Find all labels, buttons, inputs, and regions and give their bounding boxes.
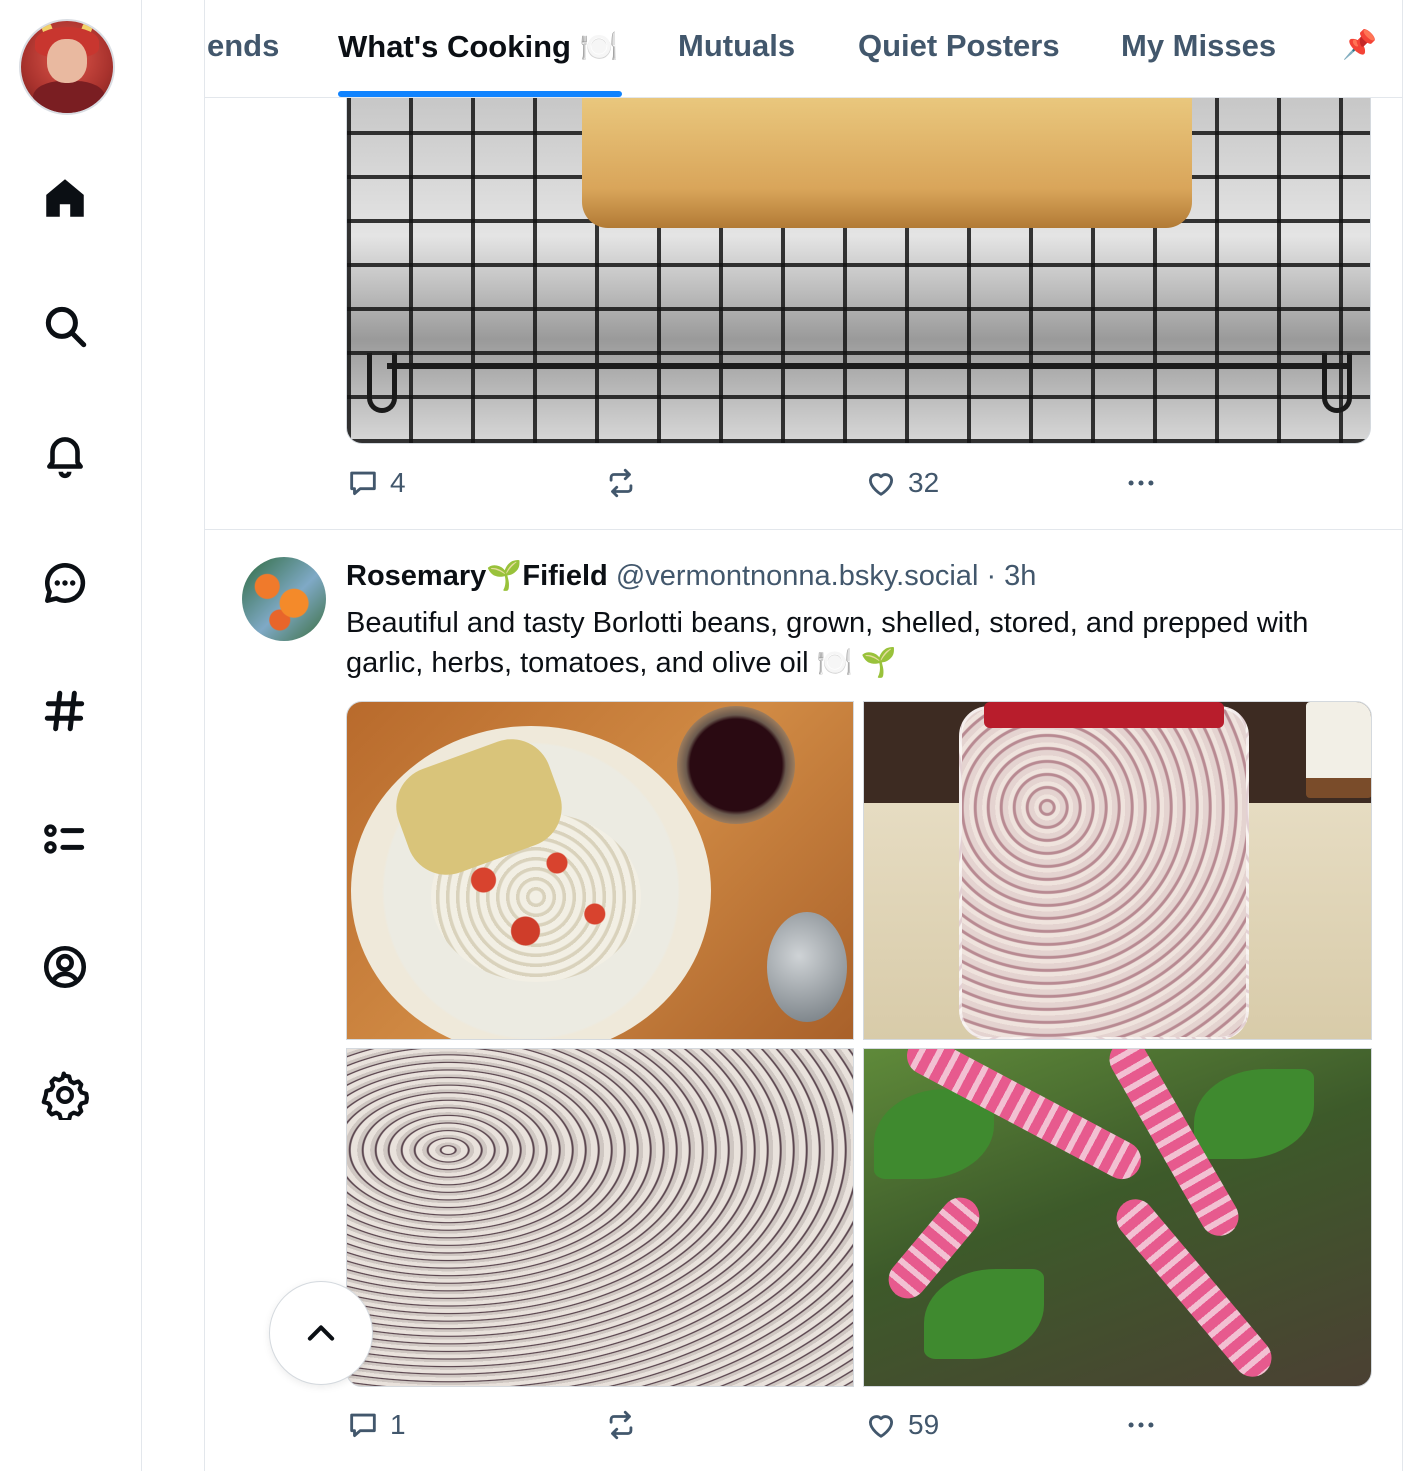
chevron-up-icon: [307, 1325, 335, 1341]
reply-icon: [350, 1413, 376, 1438]
home-icon: [46, 179, 84, 217]
post2-header: Rosemary🌱Fifield @vermontnonna.bsky.soci…: [346, 559, 1036, 593]
gallery-image-bean-pods[interactable]: [863, 1048, 1372, 1387]
gear-icon: [41, 1071, 89, 1120]
repost-icon: [609, 1410, 633, 1440]
pin-icon[interactable]: 📌: [1342, 28, 1377, 61]
tab-my-misses[interactable]: My Misses: [1121, 28, 1276, 64]
post-divider: [205, 529, 1402, 530]
more-button[interactable]: [1124, 463, 1168, 503]
post1-actions: 4 32: [346, 463, 1246, 503]
repost-icon: [609, 468, 633, 498]
post2-text: Beautiful and tasty Borlotti beans, grow…: [346, 607, 1309, 679]
feed-column: ends What's Cooking 🍽️ Mutuals Quiet Pos…: [204, 0, 1403, 1471]
reply-count: 4: [390, 467, 406, 498]
tab-quiet-posters[interactable]: Quiet Posters: [858, 28, 1060, 64]
reply-icon: [350, 471, 376, 496]
repost-button[interactable]: [604, 1405, 648, 1445]
avatar-face: [47, 39, 87, 83]
bean-pod: [1108, 1191, 1280, 1385]
post1-image[interactable]: [346, 98, 1371, 444]
like-count: 32: [908, 467, 940, 498]
profile-icon: [43, 945, 87, 989]
post2-actions: 1 59: [346, 1405, 1246, 1445]
rack-rail: [387, 363, 1347, 369]
reply-count: 1: [390, 1409, 406, 1440]
nav-settings[interactable]: [37, 1067, 93, 1123]
author-avatar[interactable]: [242, 557, 326, 641]
more-icon: [1128, 480, 1154, 486]
rack-foot: [1322, 353, 1352, 413]
reply-button[interactable]: 4: [346, 463, 406, 503]
reply-button[interactable]: 1: [346, 1405, 406, 1445]
like-button[interactable]: 32: [864, 463, 939, 503]
gallery-image-jar[interactable]: [863, 701, 1372, 1040]
meta-separator: ·: [986, 560, 1005, 592]
scroll-to-top-button[interactable]: [269, 1281, 373, 1385]
like-count: 59: [908, 1409, 940, 1440]
rack-foot: [367, 353, 397, 413]
wine-glass: [677, 706, 795, 824]
leaf: [1194, 1069, 1314, 1159]
nav-lists[interactable]: [37, 811, 93, 867]
nav-notifications[interactable]: [37, 426, 93, 482]
tab-whats-cooking[interactable]: What's Cooking 🍽️: [338, 28, 618, 65]
feed-tab-bar: ends What's Cooking 🍽️ Mutuals Quiet Pos…: [205, 0, 1402, 98]
author-handle[interactable]: @vermontnonna.bsky.social: [616, 560, 979, 592]
list-icon: [44, 824, 85, 854]
spice-bottle: [1306, 702, 1371, 798]
heart-icon: [868, 1415, 894, 1438]
tab-friends[interactable]: ends: [207, 28, 279, 64]
more-icon: [1128, 1422, 1154, 1428]
nav-home[interactable]: [37, 170, 93, 226]
heart-icon: [868, 473, 894, 496]
nav-chat[interactable]: [37, 555, 93, 611]
hashtag-icon: [44, 690, 85, 732]
left-nav: [0, 0, 142, 1471]
bean-jar: [959, 706, 1249, 1039]
chat-icon: [45, 562, 86, 603]
post2-gallery: [346, 701, 1372, 1387]
bell-icon: [47, 437, 83, 479]
nav-feeds[interactable]: [37, 683, 93, 739]
leaf: [924, 1269, 1044, 1359]
spoon: [767, 912, 847, 1022]
gallery-image-dish[interactable]: [346, 701, 854, 1040]
my-avatar[interactable]: [19, 19, 115, 115]
gallery-image-dried-beans[interactable]: [346, 1048, 854, 1387]
nav-search[interactable]: [37, 298, 93, 354]
post-time[interactable]: 3h: [1004, 560, 1036, 592]
like-button[interactable]: 59: [864, 1405, 939, 1445]
jar-lid: [984, 702, 1224, 728]
avatar-body: [33, 81, 105, 113]
author-name[interactable]: Rosemary🌱Fifield: [346, 560, 608, 592]
nav-profile[interactable]: [37, 939, 93, 995]
search-icon: [45, 306, 87, 348]
active-tab-indicator: [338, 91, 622, 97]
tab-mutuals[interactable]: Mutuals: [678, 28, 795, 64]
repost-button[interactable]: [604, 463, 648, 503]
more-button[interactable]: [1124, 1405, 1168, 1445]
bread-loaf: [582, 98, 1192, 228]
